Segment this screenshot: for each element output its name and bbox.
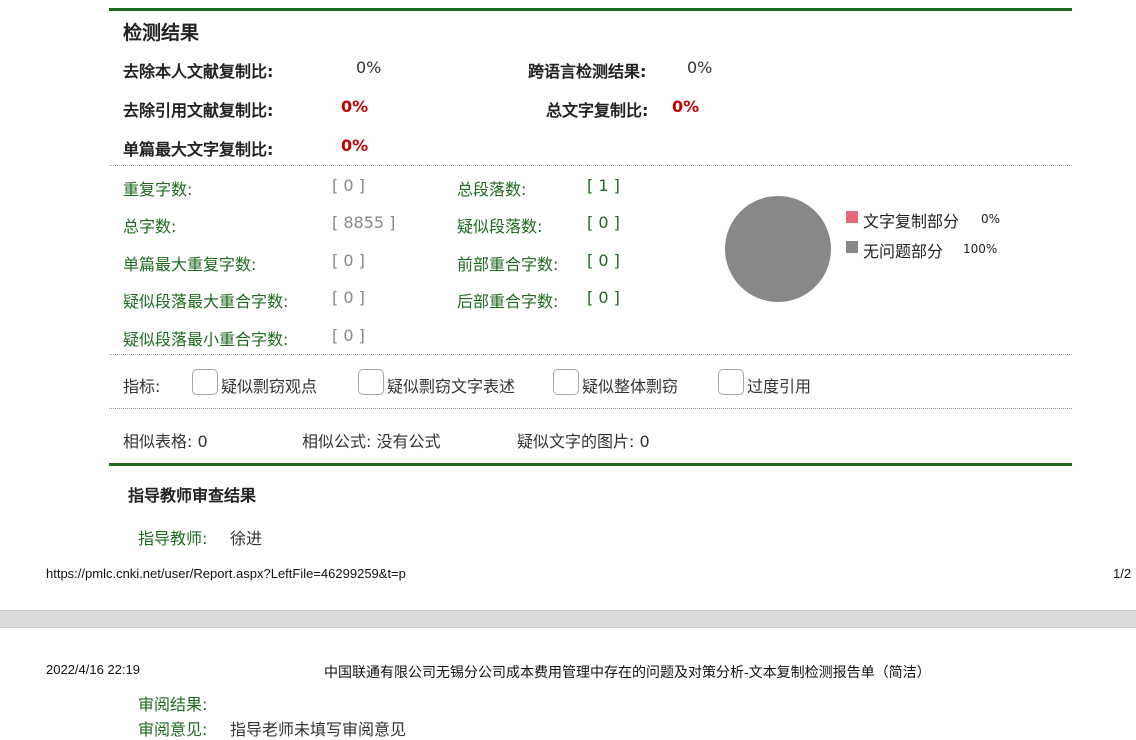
indicators-label: 指标: [123,377,161,396]
similar-tables: 相似表格: 0 [123,432,208,451]
print-footer-page-number: 1/2 [1113,566,1132,581]
review-opinion: 指导老师未填写审阅意见 [230,720,407,739]
stat-label-para-min-overlap: 疑似段落最小重合字数: [123,330,289,349]
checkbox-plagiarized-viewpoint[interactable] [192,369,218,395]
similar-formulas: 相似公式: 没有公式 [302,432,441,451]
summary-label-self-excluded: 去除本人文献复制比: [123,62,274,81]
stat-label-total-chars: 总字数: [123,217,177,236]
dotted-divider [109,165,1072,166]
stat-label-total-paragraphs: 总段落数: [457,180,527,199]
page-break [0,610,1136,628]
review-result-label: 审阅结果: [138,695,208,714]
legend-pct-copied: 0% [981,212,1001,226]
stat-value-front-overlap: [ 0 ] [587,251,620,270]
summary-value-single-max: 0% [341,136,369,155]
top-green-rule [109,8,1072,11]
legend-swatch-copied [846,211,858,223]
summary-label-cross-language: 跨语言检测结果: [528,62,647,81]
indicator-over-citation: 过度引用 [747,377,812,396]
legend-label-clean: 无问题部分 [863,242,944,261]
stat-value-repeat-chars: [ 0 ] [332,176,365,195]
print-header-doc-title: 中国联通有限公司无锡分公司成本费用管理中存在的问题及对策分析-文本复制检测报告单… [324,664,931,680]
dotted-divider [109,354,1072,355]
summary-value-citation-excluded: 0% [341,97,369,116]
teacher-name-label: 指导教师: [138,529,208,548]
indicator-whole-plagiarism: 疑似整体剽窃 [582,377,679,396]
copy-ratio-pie-chart [725,196,831,302]
review-opinion-label: 审阅意见: [138,720,208,739]
section-title: 检测结果 [123,22,200,44]
stat-label-suspect-paragraphs: 疑似段落数: [457,217,543,236]
stat-label-para-max-overlap: 疑似段落最大重合字数: [123,292,289,311]
stat-value-total-paragraphs: [ 1 ] [587,176,620,195]
summary-label-single-max: 单篇最大文字复制比: [123,140,274,159]
legend-pct-clean: 100% [963,242,998,256]
summary-value-cross-language: 0% [687,58,713,77]
print-header-datetime: 2022/4/16 22:19 [46,662,140,677]
stat-label-repeat-chars: 重复字数: [123,180,193,199]
stat-value-suspect-paragraphs: [ 0 ] [587,213,620,232]
stat-value-back-overlap: [ 0 ] [587,288,620,307]
stat-label-single-max-repeat: 单篇最大重复字数: [123,255,257,274]
summary-value-total-copy: 0% [672,97,700,116]
summary-value-self-excluded: 0% [356,58,382,77]
checkbox-whole-plagiarism[interactable] [553,369,579,395]
stat-value-para-max-overlap: [ 0 ] [332,288,365,307]
similar-text-images: 疑似文字的图片: 0 [517,432,650,451]
indicator-plagiarized-wording: 疑似剽窃文字表述 [387,377,516,396]
summary-label-citation-excluded: 去除引用文献复制比: [123,101,274,120]
stat-label-front-overlap: 前部重合字数: [457,255,559,274]
legend-label-copied: 文字复制部分 [863,212,960,231]
pie-slice-clean [725,196,831,302]
teacher-name: 徐进 [230,529,263,548]
checkbox-over-citation[interactable] [718,369,744,395]
checkbox-plagiarized-wording[interactable] [358,369,384,395]
indicator-plagiarized-viewpoint: 疑似剽窃观点 [221,377,318,396]
dotted-divider [109,408,1072,409]
stat-value-total-chars: [ 8855 ] [332,213,396,232]
teacher-review-title: 指导教师审查结果 [128,486,257,505]
summary-label-total-copy: 总文字复制比: [546,101,649,120]
stat-value-para-min-overlap: [ 0 ] [332,326,365,345]
bottom-green-rule [109,463,1072,466]
legend-swatch-clean [846,241,858,253]
stat-value-single-max-repeat: [ 0 ] [332,251,365,270]
stat-label-back-overlap: 后部重合字数: [457,292,559,311]
print-footer-url: https://pmlc.cnki.net/user/Report.aspx?L… [46,566,406,581]
